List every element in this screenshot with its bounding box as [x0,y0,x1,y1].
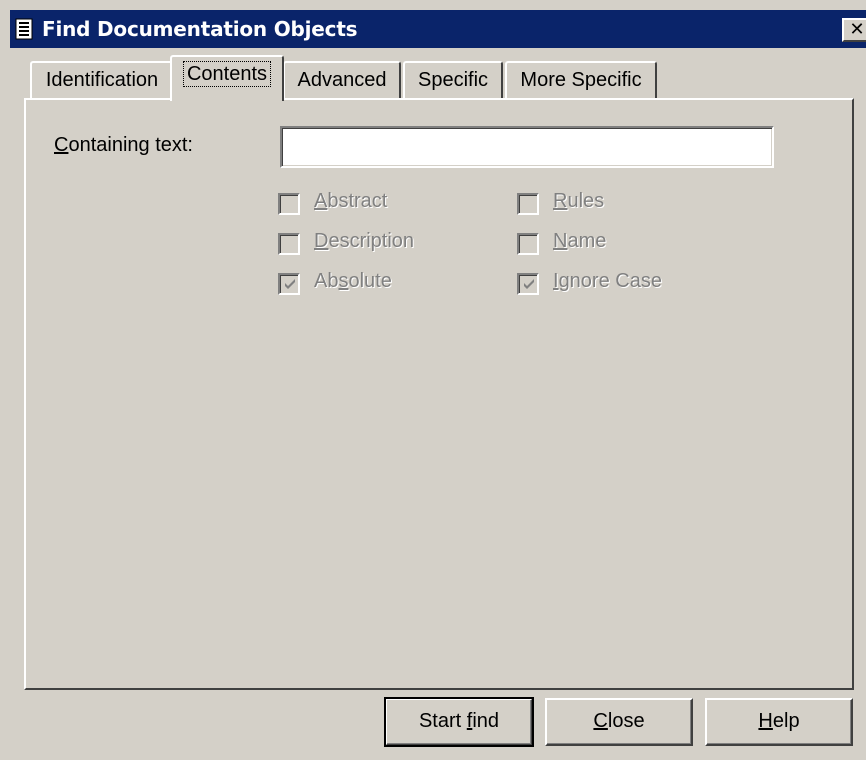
checkbox-box [517,193,539,215]
checkbox-box [278,193,300,215]
contents-tab-panel: Containing text: Abstract Description Ab… [24,98,854,690]
start-find-button[interactable]: Start find [384,697,534,747]
containing-text-label: Containing text: [54,134,193,156]
checkbox-label: Abstract [314,190,388,212]
tab-contents[interactable]: Contents [170,55,284,101]
checkbox-box [278,273,300,295]
checkmark-icon [524,279,534,289]
checkbox-label: Description [314,230,415,252]
tab-label: Identification [45,69,159,91]
close-button[interactable]: Close [545,698,693,746]
tab-label: Advanced [297,69,387,91]
checkbox-label: Rules [553,190,605,212]
help-button[interactable]: Help [705,698,853,746]
checkbox-label: Absolute [314,270,392,292]
find-documentation-objects-dialog: Find Documentation Objects ✕ Identificat… [0,0,866,760]
tab-label: More Specific [520,69,642,91]
tab-label: Specific [417,69,489,91]
tab-specific[interactable]: Specific [403,61,503,99]
window-title: Find Documentation Objects [42,17,358,41]
close-icon: ✕ [849,19,865,40]
title-bar[interactable]: Find Documentation Objects ✕ [10,10,866,48]
checkmark-icon [285,279,295,289]
tab-advanced[interactable]: Advanced [283,61,401,99]
tab-identification[interactable]: Identification [30,61,174,99]
tab-more-specific[interactable]: More Specific [505,61,657,99]
tab-label: Contents [182,61,272,87]
checkbox-label: Ignore Case [553,270,662,292]
checkbox-box [517,273,539,295]
document-icon [15,18,33,40]
checkbox-label: Name [553,230,607,252]
containing-text-input[interactable] [280,126,774,168]
checkbox-box [517,233,539,255]
checkbox-box [278,233,300,255]
close-window-button[interactable]: ✕ [842,18,866,42]
